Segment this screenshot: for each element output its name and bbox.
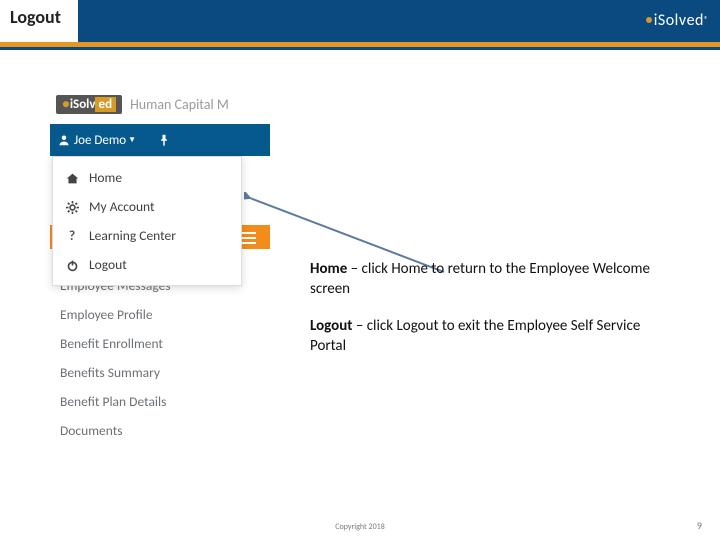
description-block: Home – click Home to return to the Emplo… [310,260,670,374]
registered-icon: ® [704,15,708,25]
menu-label: My Account [89,198,155,215]
caret-down-icon: ▼ [128,135,136,145]
question-icon: ? [65,227,79,244]
blue-divider [0,47,720,50]
brand-logo: iSolved® [646,6,708,34]
desc-logout: Logout – click Logout to exit the Employ… [310,317,670,356]
page-number: 9 [697,519,702,532]
menu-item-home[interactable]: Home [53,163,241,192]
header-bar: Logout iSolved® [0,0,720,42]
sidebar-item[interactable]: Documents [50,416,270,445]
app-screenshot: ● iSolved Human Capital M Joe Demo ▼ [50,84,270,444]
logo-dot-icon [646,17,652,23]
menu-item-my-account[interactable]: My Account [53,192,241,221]
menu-label: Learning Center [89,227,176,244]
menu-item-logout[interactable]: Logout [53,250,241,279]
pin-icon[interactable] [158,133,170,148]
page-title: Logout [10,6,61,28]
menu-label: Logout [89,256,127,273]
sidebar-item[interactable]: Employee Profile [50,300,270,329]
logo-text: iSolv [654,11,687,30]
app-logo: ● iSolved [56,95,122,114]
sidebar-item[interactable]: Benefit Plan Details [50,387,270,416]
user-dropdown-menu: Home My Account ? Learning Center Lo [52,156,242,286]
home-icon [65,169,79,186]
sidebar: Home My Account ? Learning Center Lo [50,156,270,445]
desc-logout-text: – click Logout to exit the Employee Self… [310,317,640,355]
gear-icon [65,198,79,215]
desc-home-bold: Home [310,260,347,278]
app-subtitle: Human Capital M [130,96,229,113]
menu-item-learning-center[interactable]: ? Learning Center [53,221,241,250]
menu-label: Home [89,169,122,186]
desc-home: Home – click Home to return to the Emplo… [310,260,670,299]
sidebar-item[interactable]: Benefits Summary [50,358,270,387]
desc-logout-bold: Logout [310,317,352,335]
sidebar-item[interactable]: Benefit Enrollment [50,329,270,358]
user-icon [58,133,70,148]
hamburger-icon [240,228,256,244]
user-strip[interactable]: Joe Demo ▼ [50,124,270,156]
app-header: ● iSolved Human Capital M [50,84,270,124]
power-icon [65,256,79,273]
header-blue-strip [78,0,720,42]
slide: Logout iSolved® ● iSolved Human Capital … [0,0,720,540]
user-name: Joe Demo [74,133,126,148]
footer-copyright: Copyright 2018 [0,522,720,532]
desc-home-text: – click Home to return to the Employee W… [310,260,650,298]
